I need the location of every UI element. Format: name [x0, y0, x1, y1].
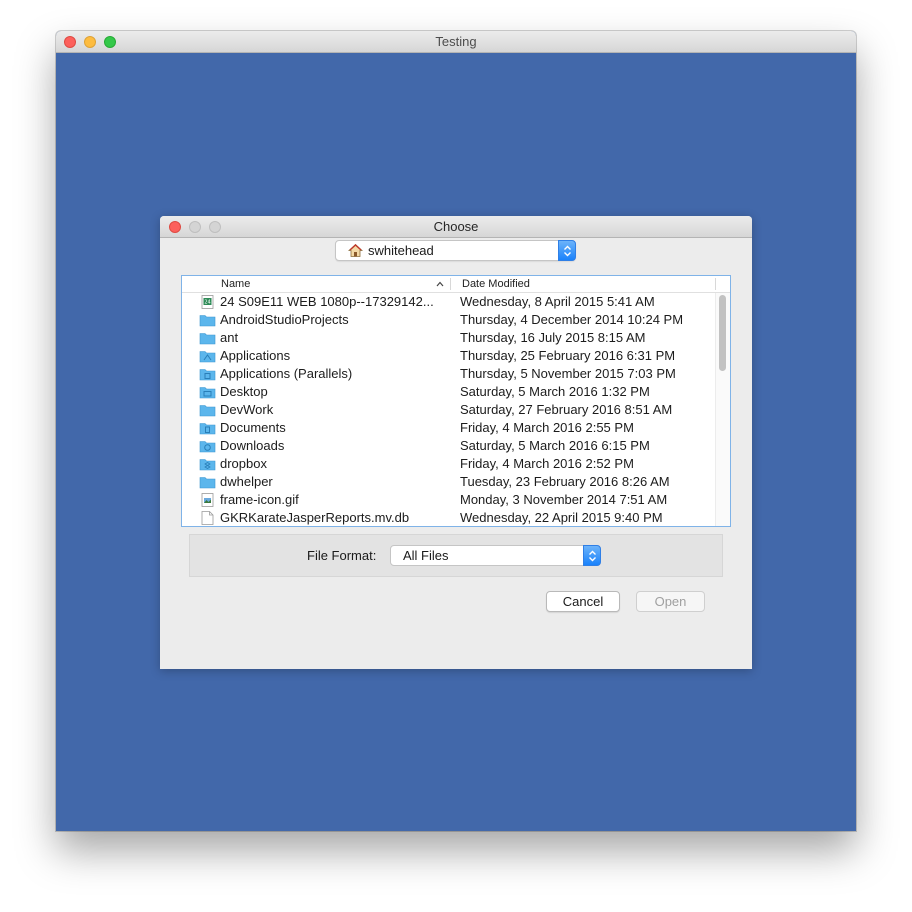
date-modified-column-header[interactable]: Date Modified: [462, 276, 530, 292]
file-format-stepper[interactable]: [583, 545, 601, 566]
file-date-modified: Monday, 3 November 2014 7:51 AM: [460, 492, 668, 507]
dropbox-folder-icon: [199, 459, 216, 471]
column-separator[interactable]: [450, 278, 451, 290]
file-format-label: File Format:: [307, 548, 377, 563]
folder-icon: [199, 405, 216, 417]
video-file-icon: 24: [201, 295, 214, 309]
vertical-scrollbar[interactable]: [715, 293, 730, 526]
file-date-modified: Wednesday, 8 April 2015 5:41 AM: [460, 294, 655, 309]
file-date-modified: Friday, 4 March 2016 2:55 PM: [460, 420, 634, 435]
sort-ascending-icon: [436, 281, 444, 287]
home-icon: [348, 243, 363, 257]
file-date-modified: Saturday, 5 March 2016 1:32 PM: [460, 384, 650, 399]
file-list[interactable]: Name Date Modified 24 24 S09E11 WEB 1080p…: [181, 275, 731, 527]
scrollbar-thumb[interactable]: [719, 295, 726, 371]
dialog-title: Choose: [433, 219, 479, 234]
location-popup[interactable]: swhitehead: [335, 240, 576, 261]
file-name: dropbox: [220, 456, 267, 471]
file-name: GKRKarateJasperReports.mv.db: [220, 510, 410, 525]
file-date-modified: Saturday, 5 March 2016 6:15 PM: [460, 438, 650, 453]
file-date-modified: Thursday, 5 November 2015 7:03 PM: [460, 366, 676, 381]
open-button[interactable]: Open: [636, 591, 705, 612]
file-row[interactable]: Desktop Saturday, 5 March 2016 1:32 PM: [182, 383, 716, 401]
file-date-modified: Thursday, 4 December 2014 10:24 PM: [460, 312, 684, 327]
file-row[interactable]: Applications (Parallels) Thursday, 5 Nove…: [182, 365, 716, 383]
file-name: Documents: [220, 420, 286, 435]
dialog-titlebar[interactable]: Choose: [160, 216, 752, 238]
file-date-modified: Thursday, 25 February 2016 6:31 PM: [460, 348, 676, 363]
file-row[interactable]: DevWork Saturday, 27 February 2016 8:51 A…: [182, 401, 716, 419]
applications-folder-icon: [199, 351, 216, 363]
downloads-folder-icon: [199, 441, 216, 453]
documents-folder-icon: [199, 423, 216, 435]
file-format-value: All Files: [403, 548, 449, 563]
window-titlebar[interactable]: Testing: [56, 31, 856, 53]
file-rows: 24 24 S09E11 WEB 1080p--17329142... Wednes…: [182, 293, 716, 526]
file-row[interactable]: AndroidStudioProjects Thursday, 4 Decembe…: [182, 311, 716, 329]
file-row[interactable]: GKRKarateJasperReports.mv.db Wednesday, 2…: [182, 509, 716, 526]
choose-dialog: Choose swhitehead Name Date Modified 24 …: [160, 216, 752, 669]
file-row[interactable]: Downloads Saturday, 5 March 2016 6:15 PM: [182, 437, 716, 455]
file-name: Applications (Parallels): [220, 366, 353, 381]
column-separator[interactable]: [715, 278, 716, 290]
folder-icon: [199, 315, 216, 327]
window-title: Testing: [435, 34, 477, 49]
up-down-chevron-icon: [564, 245, 571, 257]
file-name: dwhelper: [220, 474, 273, 489]
file-name: Applications: [220, 348, 291, 363]
main-window: Testing Choose swhitehead Name Date Modi…: [56, 31, 856, 831]
image-file-icon: [201, 493, 214, 507]
document-file-icon: [201, 511, 214, 525]
folder-icon: [199, 333, 216, 345]
up-down-chevron-icon: [589, 550, 596, 562]
location-label: swhitehead: [368, 243, 434, 258]
file-row[interactable]: Applications Thursday, 25 February 2016 6…: [182, 347, 716, 365]
file-row[interactable]: dropbox Friday, 4 March 2016 2:52 PM: [182, 455, 716, 473]
svg-text:24: 24: [204, 300, 210, 306]
file-list-header: Name Date Modified: [182, 276, 730, 293]
file-date-modified: Thursday, 16 July 2015 8:15 AM: [460, 330, 646, 345]
location-stepper[interactable]: [558, 240, 576, 261]
name-column-header[interactable]: Name: [221, 276, 250, 292]
file-date-modified: Friday, 4 March 2016 2:52 PM: [460, 456, 634, 471]
file-row[interactable]: dwhelper Tuesday, 23 February 2016 8:26 A…: [182, 473, 716, 491]
file-row[interactable]: 24 24 S09E11 WEB 1080p--17329142... Wednes…: [182, 293, 716, 311]
file-name: Desktop: [220, 384, 268, 399]
folder-icon: [199, 477, 216, 489]
file-row[interactable]: ant Thursday, 16 July 2015 8:15 AM: [182, 329, 716, 347]
window-content: Choose swhitehead Name Date Modified 24 …: [56, 53, 856, 831]
desktop-folder-icon: [199, 387, 216, 399]
file-name: Downloads: [220, 438, 285, 453]
file-date-modified: Tuesday, 23 February 2016 8:26 AM: [460, 474, 670, 489]
cancel-button[interactable]: Cancel: [546, 591, 620, 612]
file-row[interactable]: frame-icon.gif Monday, 3 November 2014 7:…: [182, 491, 716, 509]
file-name: frame-icon.gif: [220, 492, 299, 507]
parallels-folder-icon: [199, 369, 216, 381]
file-format-select[interactable]: All Files: [390, 545, 601, 566]
file-format-panel: File Format: All Files: [189, 534, 723, 577]
file-name: AndroidStudioProjects: [220, 312, 349, 327]
file-name: DevWork: [220, 402, 274, 417]
file-row[interactable]: Documents Friday, 4 March 2016 2:55 PM: [182, 419, 716, 437]
file-date-modified: Wednesday, 22 April 2015 9:40 PM: [460, 510, 663, 525]
file-date-modified: Saturday, 27 February 2016 8:51 AM: [460, 402, 673, 417]
file-name: 24 S09E11 WEB 1080p--17329142...: [220, 294, 434, 309]
file-name: ant: [220, 330, 239, 345]
